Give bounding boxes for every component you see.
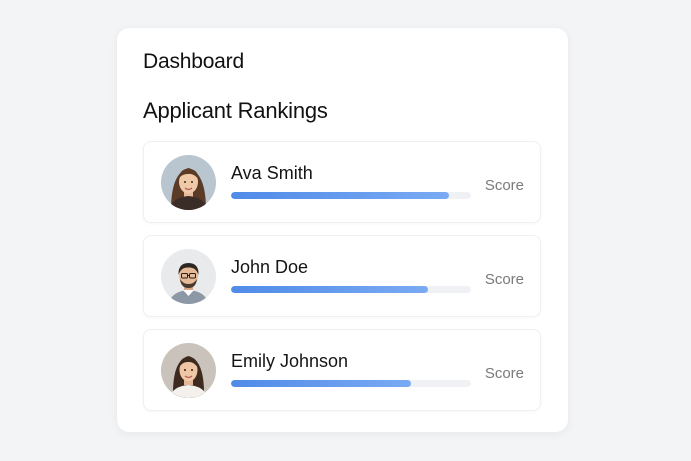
applicant-name: Ava Smith (231, 163, 313, 183)
avatar (161, 155, 216, 210)
score-bar (231, 286, 471, 293)
applicant-name: John Doe (231, 257, 309, 277)
avatar-photo (161, 343, 216, 398)
applicant-name: Emily Johnson (231, 351, 349, 371)
score-label: Score (484, 177, 524, 194)
avatar (161, 343, 216, 398)
applicant-row-ava-smith[interactable]: Ava Smith Score (143, 141, 541, 223)
dashboard-card: Dashboard Applicant Rankings Ava Smith S… (117, 28, 568, 432)
applicant-row-john-doe[interactable]: John Doe Score (143, 235, 541, 317)
score-label: Score (484, 271, 524, 288)
section-title: Applicant Rankings (143, 98, 328, 123)
score-label: Score (484, 365, 524, 382)
score-bar-fill (231, 380, 411, 387)
avatar (161, 249, 216, 304)
score-bar-fill (231, 286, 428, 293)
score-bar (231, 380, 471, 387)
applicant-row-emily-johnson[interactable]: Emily Johnson Score (143, 329, 541, 411)
avatar-photo (161, 155, 216, 210)
avatar-photo (161, 249, 216, 304)
score-bar-fill (231, 192, 450, 199)
score-bar (231, 192, 471, 199)
page-title: Dashboard (143, 50, 244, 73)
